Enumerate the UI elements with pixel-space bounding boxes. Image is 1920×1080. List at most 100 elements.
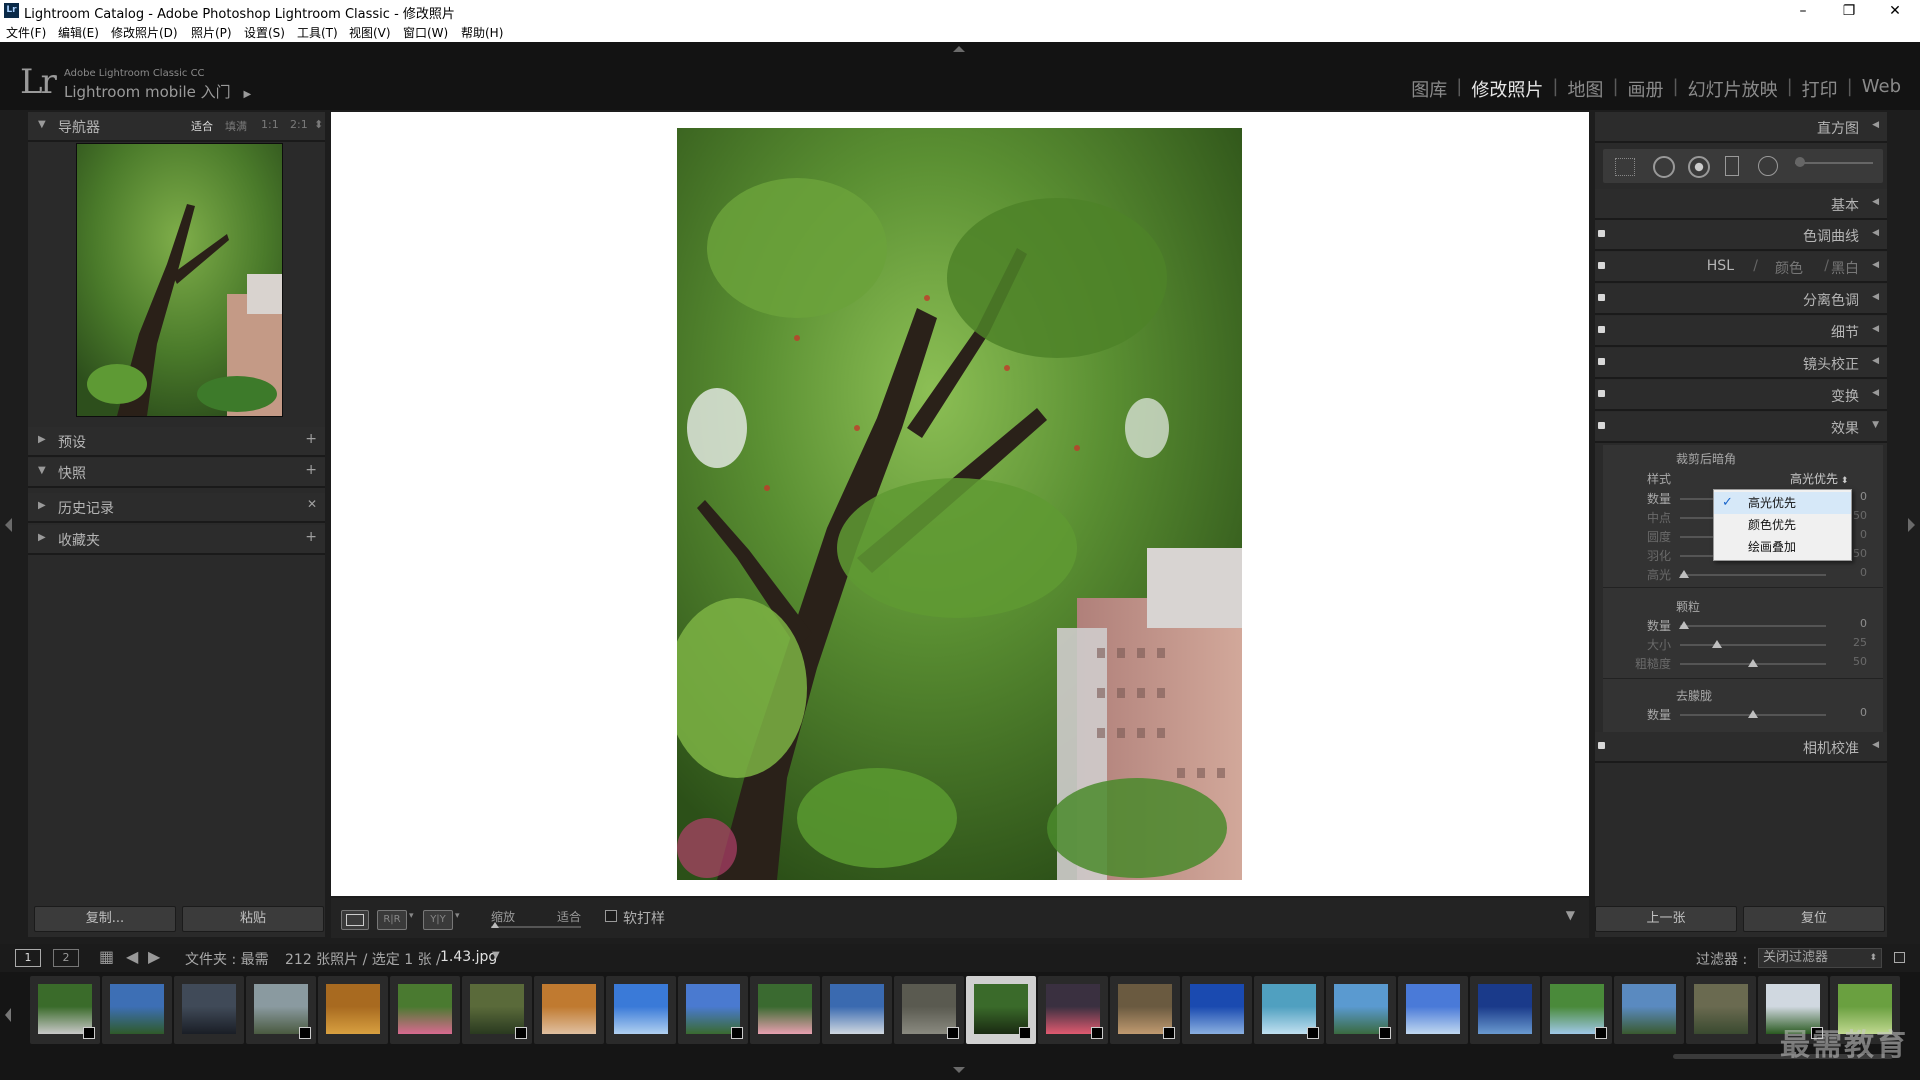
- before-after-lr-button[interactable]: R|R: [377, 910, 407, 930]
- expand-triangle-icon[interactable]: ◀: [1872, 120, 1879, 130]
- grain-roughness-value[interactable]: 50: [1853, 655, 1867, 668]
- slider-knob[interactable]: [1679, 621, 1690, 629]
- top-panel-toggle-icon[interactable]: [953, 46, 965, 52]
- expand-triangle-icon[interactable]: ◀: [1872, 324, 1879, 334]
- filmstrip-thumbnail[interactable]: [534, 976, 604, 1044]
- slider-knob[interactable]: [1748, 659, 1758, 667]
- filmstrip-thumbnail[interactable]: [678, 976, 748, 1044]
- left-panel-toggle-icon[interactable]: [5, 518, 12, 532]
- add-snapshot-icon[interactable]: +: [305, 462, 317, 478]
- panel-switch-icon[interactable]: [1598, 326, 1605, 333]
- slider-knob[interactable]: [1711, 640, 1722, 648]
- forward-arrow-icon[interactable]: ▶: [148, 947, 160, 966]
- hsl-header[interactable]: HSL / 颜色 / 黑白 ◀: [1595, 252, 1887, 283]
- filmstrip-thumbnail[interactable]: [894, 976, 964, 1044]
- filmstrip-thumbnail[interactable]: [1326, 976, 1396, 1044]
- collapse-triangle-icon[interactable]: ▼: [38, 119, 46, 130]
- panel-switch-icon[interactable]: [1598, 390, 1605, 397]
- reset-button[interactable]: 复位: [1743, 906, 1885, 932]
- module-book[interactable]: 画册: [1619, 76, 1673, 102]
- expand-triangle-icon[interactable]: ◀: [1872, 292, 1879, 302]
- zoom-fit[interactable]: 适合: [191, 118, 213, 134]
- expand-triangle-icon[interactable]: ◀: [1872, 388, 1879, 398]
- filmstrip-thumbnail[interactable]: [246, 976, 316, 1044]
- menu-window[interactable]: 窗口(W): [403, 24, 448, 41]
- filename-menu-icon[interactable]: ▼: [492, 950, 500, 961]
- navigator-header[interactable]: ▼ 导航器 适合 填满 1:1 2:1 ⬍: [28, 112, 325, 142]
- expand-triangle-icon[interactable]: ◀: [1872, 197, 1879, 207]
- expand-triangle-icon[interactable]: ◀: [1872, 228, 1879, 238]
- add-preset-icon[interactable]: +: [305, 431, 317, 447]
- toolbar-menu-icon[interactable]: ▼: [1566, 908, 1575, 922]
- vignette-highlights-value[interactable]: 0: [1860, 566, 1867, 579]
- vignette-amount-value[interactable]: 0: [1860, 490, 1867, 503]
- previous-button[interactable]: 上一张: [1595, 906, 1737, 932]
- menu-develop[interactable]: 修改照片(D): [111, 24, 178, 41]
- menu-photo[interactable]: 照片(P): [191, 24, 232, 41]
- dropdown-option-color-priority[interactable]: 颜色优先: [1714, 514, 1851, 536]
- grain-amount-value[interactable]: 0: [1860, 617, 1867, 630]
- filmstrip-thumbnail[interactable]: [1110, 976, 1180, 1044]
- clear-history-icon[interactable]: ✕: [307, 497, 317, 511]
- grid-view-icon[interactable]: ▦: [99, 947, 114, 966]
- grain-size-value[interactable]: 25: [1853, 636, 1867, 649]
- camera-calibration-header[interactable]: 相机校准 ◀: [1595, 732, 1887, 763]
- navigator-preview[interactable]: [76, 143, 283, 417]
- before-after-lr-menu-icon[interactable]: ▾: [409, 911, 414, 921]
- add-collection-icon[interactable]: +: [305, 529, 317, 545]
- filmstrip-thumbnail[interactable]: [1686, 976, 1756, 1044]
- slider-knob[interactable]: [1679, 570, 1690, 578]
- module-slideshow[interactable]: 幻灯片放映: [1679, 76, 1787, 102]
- menu-help[interactable]: 帮助(H): [461, 24, 503, 41]
- zoom-more-icon[interactable]: ⬍: [314, 118, 323, 131]
- menu-tools[interactable]: 工具(T): [297, 24, 338, 41]
- filmstrip-thumbnail[interactable]: [1542, 976, 1612, 1044]
- right-panel-toggle-icon[interactable]: [1908, 518, 1915, 532]
- zoom-fill[interactable]: 填满: [225, 118, 247, 134]
- expand-triangle-icon[interactable]: ▶: [38, 532, 46, 543]
- loupe-view-button[interactable]: [341, 910, 369, 930]
- play-arrow-icon[interactable]: ▶: [243, 89, 251, 100]
- filter-lock-icon[interactable]: [1894, 952, 1905, 963]
- panel-switch-icon[interactable]: [1598, 294, 1605, 301]
- slider-track[interactable]: [1680, 644, 1826, 646]
- presets-header[interactable]: ▶ 预设 +: [28, 427, 325, 457]
- module-map[interactable]: 地图: [1558, 76, 1612, 102]
- vignette-style-select[interactable]: 高光优先 ⬍: [1790, 470, 1848, 487]
- spot-removal-icon[interactable]: [1653, 156, 1675, 178]
- module-library[interactable]: 图库: [1402, 76, 1456, 102]
- module-web[interactable]: Web: [1853, 76, 1910, 102]
- menu-settings[interactable]: 设置(S): [244, 24, 285, 41]
- graduated-filter-icon[interactable]: [1725, 156, 1739, 176]
- bottom-panel-toggle-icon[interactable]: [953, 1067, 965, 1073]
- filmstrip-thumbnail[interactable]: [606, 976, 676, 1044]
- before-after-tb-button[interactable]: Y|Y: [423, 910, 453, 930]
- copy-settings-button[interactable]: 复制...: [34, 906, 176, 932]
- panel-switch-icon[interactable]: [1598, 262, 1605, 269]
- detail-header[interactable]: 细节 ◀: [1595, 316, 1887, 347]
- vignette-feather-value[interactable]: 50: [1853, 547, 1867, 560]
- expand-triangle-icon[interactable]: ▶: [38, 434, 46, 445]
- expand-triangle-icon[interactable]: ◀: [1872, 356, 1879, 366]
- filmstrip-scroll-left-icon[interactable]: [5, 1008, 11, 1022]
- effects-header[interactable]: 效果 ▼: [1595, 412, 1887, 443]
- zoom-slider-knob[interactable]: [491, 922, 499, 928]
- panel-switch-icon[interactable]: [1598, 358, 1605, 365]
- slider-track[interactable]: [1680, 625, 1826, 627]
- second-screen-button[interactable]: 2: [53, 949, 79, 967]
- adjustment-brush-slider[interactable]: [1795, 162, 1873, 164]
- expand-triangle-icon[interactable]: ◀: [1872, 260, 1879, 270]
- collapse-triangle-icon[interactable]: ▼: [1872, 420, 1879, 430]
- history-header[interactable]: ▶ 历史记录 ✕: [28, 493, 325, 523]
- crop-overlay-icon[interactable]: [1615, 158, 1635, 176]
- radial-filter-icon[interactable]: [1758, 156, 1778, 176]
- slider-track[interactable]: [1680, 574, 1826, 576]
- source-folder[interactable]: 文件夹 : 最需: [185, 949, 269, 969]
- basic-header[interactable]: 基本 ◀: [1595, 189, 1887, 220]
- snapshots-header[interactable]: ▼ 快照 +: [28, 458, 325, 488]
- expand-triangle-icon[interactable]: ◀: [1872, 740, 1879, 750]
- filmstrip-thumbnail[interactable]: [822, 976, 892, 1044]
- adjustment-brush-icon[interactable]: [1795, 157, 1805, 167]
- dropdown-option-paint-overlay[interactable]: 绘画叠加: [1714, 536, 1851, 558]
- zoom-slider[interactable]: [491, 926, 581, 928]
